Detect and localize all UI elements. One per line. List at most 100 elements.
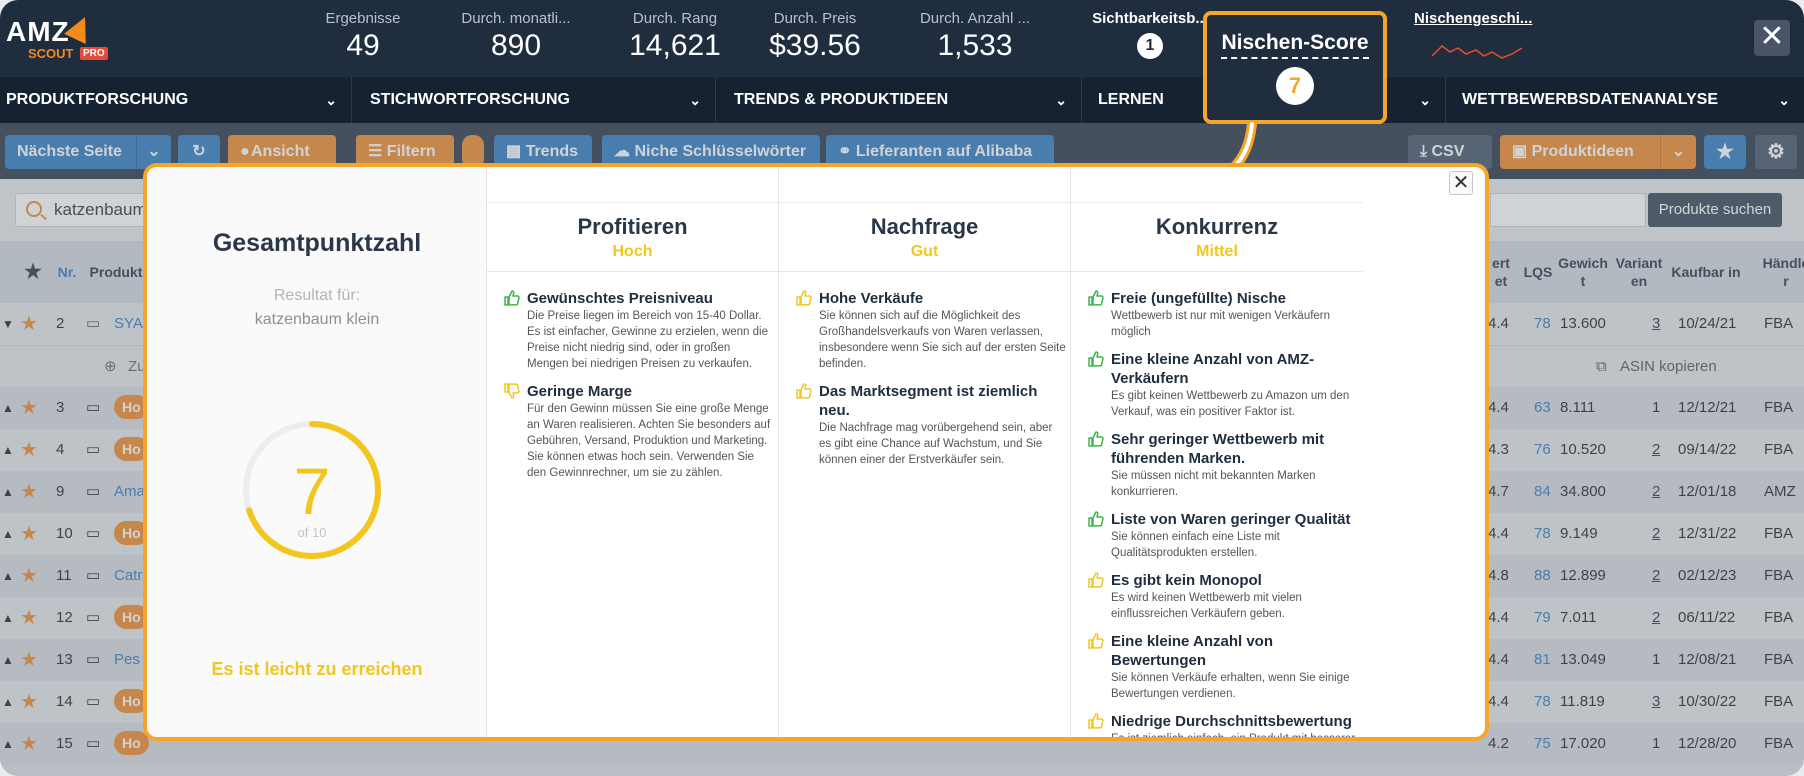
close-icon[interactable]: ✕ xyxy=(1754,20,1790,56)
niche-score-value: 7 xyxy=(1276,67,1314,105)
column-header: Profitieren Hoch xyxy=(487,202,778,272)
stat-reviews: Durch. Anzahl ... 1,533 xyxy=(900,10,1050,63)
chevron-down-icon: ⌄ xyxy=(1778,92,1790,108)
result-for-label: Resultat für: xyxy=(273,287,361,304)
criterion-title: Freie (ungefüllte) Nische xyxy=(1111,290,1287,307)
stat-label: Durch. Rang xyxy=(632,10,718,27)
criterion-title: Gewünschtes Preisniveau xyxy=(527,290,713,307)
chevron-down-icon: ⌄ xyxy=(1055,92,1067,108)
column-rating: Mittel xyxy=(1196,243,1238,260)
logo-scout: SCOUT xyxy=(28,46,74,61)
criterion-description: Für den Gewinn müssen Sie eine große Men… xyxy=(527,403,771,479)
criterion-title: Eine kleine Anzahl von AMZ-Verkäufern xyxy=(1111,351,1315,387)
menu-product-research[interactable]: PRODUKTFORSCHUNG ⌄ xyxy=(0,77,352,123)
thumbs-up-icon xyxy=(796,383,812,399)
stat-label: Ergebnisse xyxy=(325,10,401,27)
criterion-item: Das Marktsegment ist ziemlich neu. Die Na… xyxy=(795,382,1066,468)
criterion-description: Sie müssen nicht mit bekannten Marken ko… xyxy=(1111,470,1316,498)
niche-score-callout[interactable]: Nischen-Score 7 xyxy=(1203,11,1387,124)
criterion-title: Sehr geringer Wettbewerb mit führenden M… xyxy=(1111,431,1325,467)
amzscout-logo[interactable]: AMZ SCOUT PRO xyxy=(6,12,116,62)
column-items: Hohe Verkäufe Sie können sich auf die Mög… xyxy=(795,289,1066,478)
criterion-title: Das Marktsegment ist ziemlich neu. xyxy=(819,383,1038,419)
menu-competition-analysis[interactable]: WETTBEWERBSDATENANALYSE ⌄ xyxy=(1456,77,1804,123)
stat-value: 49 xyxy=(346,29,380,62)
niche-history-link[interactable]: Nischengeschi... xyxy=(1414,10,1532,27)
thumbs-down-icon xyxy=(504,383,520,399)
criterion-item: Niedrige Durchschnittsbewertung Es ist zi… xyxy=(1087,712,1359,741)
stat-visibility: Sichtbarkeitsb... 1 xyxy=(1080,10,1220,59)
chevron-down-icon: ⌄ xyxy=(1419,92,1431,108)
visibility-badge[interactable]: 1 xyxy=(1137,33,1163,59)
score-number: 7 xyxy=(293,454,331,528)
reachability-label: Es ist leicht zu erreichen xyxy=(211,659,423,679)
column-title: Konkurrenz xyxy=(1155,214,1279,239)
criterion-item: Es gibt kein Monopol Es wird keinen Wettb… xyxy=(1087,571,1359,622)
criterion-description: Es ist ziemlich einfach, ein Produkt mit… xyxy=(1111,733,1356,741)
criterion-item: Hohe Verkäufe Sie können sich auf die Mög… xyxy=(795,289,1066,372)
criterion-description: Sie können sich auf die Möglichkeit des … xyxy=(819,310,1066,370)
stat-value: 890 xyxy=(490,29,542,62)
criterion-title: Es gibt kein Monopol xyxy=(1111,572,1262,589)
criterion-item: Gewünschtes Preisniveau Die Preise liegen… xyxy=(503,289,774,372)
thumbs-up-icon xyxy=(1088,633,1104,649)
stat-monthly: Durch. monatli... 890 xyxy=(448,10,584,63)
column-demand: Nachfrage Gut Hohe Verkäufe Sie können si… xyxy=(779,167,1071,737)
niche-score-title: Nischen-Score xyxy=(1221,31,1369,59)
menu-keyword-research[interactable]: STICHWORTFORSCHUNG ⌄ xyxy=(364,77,716,123)
total-score-panel: Gesamtpunktzahl Resultat für: katzenbaum… xyxy=(147,167,487,737)
criterion-title: Hohe Verkäufe xyxy=(819,290,924,307)
total-score-title: Gesamtpunktzahl xyxy=(212,229,422,257)
menu-label: STICHWORTFORSCHUNG xyxy=(370,91,570,108)
criterion-item: Sehr geringer Wettbewerb mit führenden M… xyxy=(1087,430,1359,500)
stat-value: 1,533 xyxy=(937,29,1013,62)
menu-trends[interactable]: TRENDS & PRODUKTIDEEN ⌄ xyxy=(728,77,1082,123)
criterion-title: Liste von Waren geringer Qualität xyxy=(1111,511,1351,528)
score-gauge: 7 of 10 xyxy=(239,417,385,563)
column-rating: Gut xyxy=(910,243,939,260)
criterion-description: Es gibt keinen Wettbewerb zu Amazon um d… xyxy=(1111,390,1350,418)
thumbs-up-icon xyxy=(1088,290,1104,306)
criterion-description: Sie können Verkäufe erhalten, wenn Sie e… xyxy=(1111,672,1350,700)
thumbs-up-icon xyxy=(1088,572,1104,588)
criterion-item: Liste von Waren geringer Qualität Sie kön… xyxy=(1087,510,1359,561)
criterion-title: Eine kleine Anzahl von Bewertungen xyxy=(1111,633,1273,669)
stat-value: 14,621 xyxy=(629,29,721,62)
header-bar: AMZ SCOUT PRO Ergebnisse 49 Durch. monat… xyxy=(0,0,1804,77)
stat-label: Durch. monatli... xyxy=(461,10,571,27)
thumbs-up-icon xyxy=(1088,431,1104,447)
criterion-title: Niedrige Durchschnittsbewertung xyxy=(1111,713,1352,730)
criterion-item: Geringe Marge Für den Gewinn müssen Sie e… xyxy=(503,382,774,481)
stat-value: $39.56 xyxy=(769,29,861,62)
criterion-description: Es wird keinen Wettbewerb mit vielen ein… xyxy=(1111,592,1302,620)
menu-label: WETTBEWERBSDATENANALYSE xyxy=(1462,91,1719,108)
stat-label: Durch. Preis xyxy=(773,10,857,27)
thumbs-up-icon xyxy=(1088,713,1104,729)
criterion-item: Eine kleine Anzahl von Bewertungen Sie kö… xyxy=(1087,632,1359,702)
column-rating: Hoch xyxy=(612,243,653,260)
logo-pro-badge: PRO xyxy=(80,47,108,60)
stat-label: Durch. Anzahl ... xyxy=(919,10,1031,27)
menu-label: PRODUKTFORSCHUNG xyxy=(6,91,189,108)
app-window: AMZ SCOUT PRO Ergebnisse 49 Durch. monat… xyxy=(0,0,1804,776)
column-profit: Profitieren Hoch Gewünschtes Preisniveau… xyxy=(487,167,779,737)
chevron-down-icon: ⌄ xyxy=(689,92,701,108)
criterion-description: Die Nachfrage mag vorübergehend sein, ab… xyxy=(819,422,1053,466)
chevron-down-icon: ⌄ xyxy=(325,92,337,108)
menu-label: TRENDS & PRODUKTIDEEN xyxy=(734,91,949,108)
result-keyword: katzenbaum klein xyxy=(254,311,380,328)
stat-price: Durch. Preis $39.56 xyxy=(760,10,870,63)
thumbs-up-icon xyxy=(1088,351,1104,367)
column-competition: Konkurrenz Mittel Freie (ungefüllte) Nis… xyxy=(1071,167,1485,737)
column-header: Nachfrage Gut xyxy=(779,202,1070,272)
criterion-description: Wettbewerb ist nur mit wenigen Verkäufer… xyxy=(1111,310,1331,338)
niche-score-modal: ✕ Gesamtpunktzahl Resultat für: katzenba… xyxy=(143,163,1489,741)
menu-label: LERNEN xyxy=(1098,91,1164,108)
stat-results: Ergebnisse 49 xyxy=(318,10,408,63)
criterion-description: Die Preise liegen im Bereich von 15-40 D… xyxy=(527,310,768,370)
criterion-item: Eine kleine Anzahl von AMZ-Verkäufern Es … xyxy=(1087,350,1359,420)
thumbs-up-icon xyxy=(504,290,520,306)
stat-rank: Durch. Rang 14,621 xyxy=(620,10,730,63)
thumbs-up-icon xyxy=(796,290,812,306)
stat-label: Sichtbarkeitsb... xyxy=(1092,10,1208,27)
